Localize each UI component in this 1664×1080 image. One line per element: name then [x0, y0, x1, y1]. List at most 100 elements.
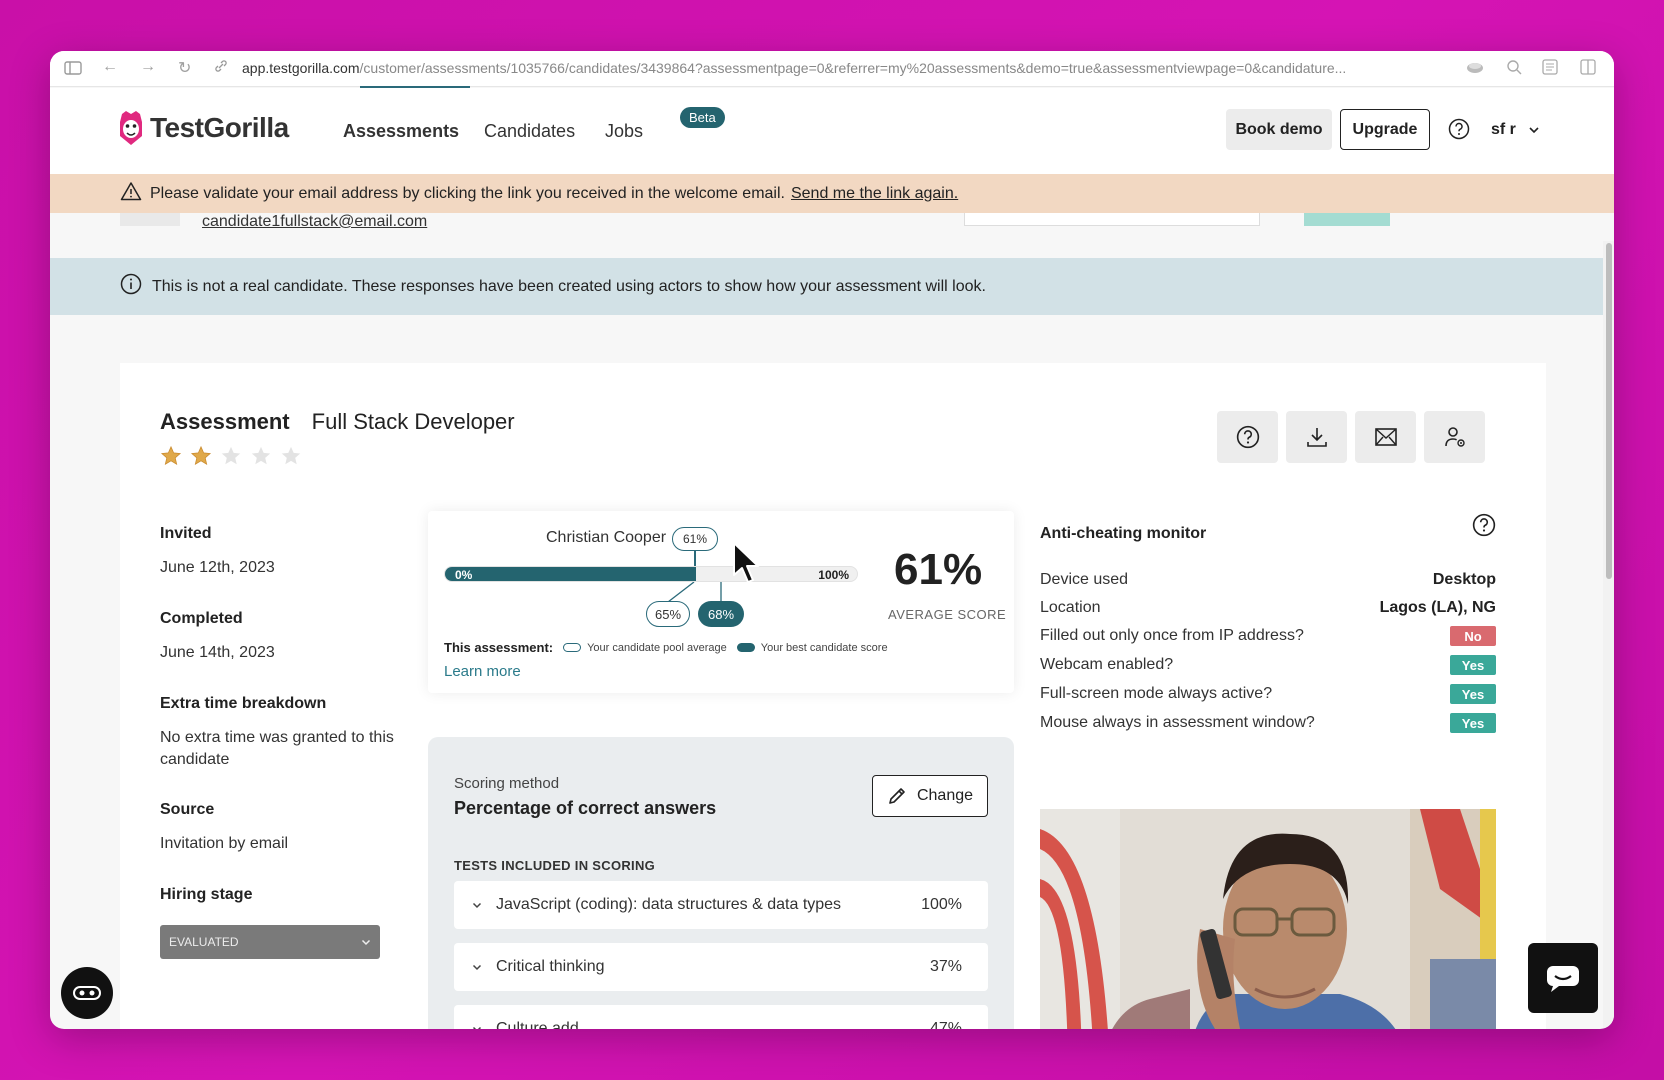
search-icon[interactable]	[1506, 59, 1522, 80]
extension-icon[interactable]	[1466, 60, 1484, 79]
help-icon[interactable]	[1448, 118, 1470, 145]
legend-best-label: Your best candidate score	[760, 641, 888, 654]
completed-block: Completed June 14th, 2023	[160, 610, 275, 664]
test-score: 100%	[921, 896, 962, 913]
widget-icon	[73, 986, 101, 1000]
status-badge: No	[1450, 626, 1496, 646]
split-view-icon[interactable]	[1580, 59, 1596, 80]
back-icon[interactable]: ←	[102, 58, 118, 76]
source-block: Source Invitation by email	[160, 801, 288, 855]
webcam-snapshot[interactable]	[1040, 809, 1496, 1029]
source-label: Source	[160, 801, 215, 818]
book-demo-button[interactable]: Book demo	[1226, 109, 1332, 150]
legend-pool-label: Your candidate pool average	[587, 641, 727, 654]
mouse-cursor-icon	[733, 542, 759, 583]
invited-block: Invited June 12th, 2023	[160, 525, 275, 579]
warning-text: Please validate your email address by cl…	[150, 184, 785, 202]
nav-assessments[interactable]: Assessments	[343, 121, 459, 142]
reload-icon[interactable]: ↻	[178, 58, 191, 78]
test-score: 37%	[929, 958, 962, 975]
star-filled-icon[interactable]	[190, 445, 212, 467]
resend-link[interactable]: Send me the link again.	[791, 185, 958, 203]
test-score: 47%	[929, 1020, 962, 1029]
extra-time-block: Extra time breakdown No extra time was g…	[160, 695, 405, 771]
avatar	[120, 213, 180, 226]
url-host: app.testgorilla.com	[242, 60, 360, 76]
candidate-score-pill: 61%	[672, 527, 718, 551]
user-settings-button[interactable]	[1424, 411, 1485, 463]
chevron-down-icon	[1528, 121, 1540, 139]
download-button[interactable]	[1286, 411, 1347, 463]
ip-check-row: Filled out only once from IP address? No	[1040, 626, 1496, 646]
candidate-marker-line	[694, 551, 696, 567]
change-scoring-button[interactable]: Change	[872, 775, 988, 817]
completed-label: Completed	[160, 610, 243, 627]
location-row: Location Lagos (LA), NG	[1040, 599, 1496, 617]
invited-value: June 12th, 2023	[160, 559, 275, 576]
candidate-email-link[interactable]: candidate1fullstack@email.com	[202, 213, 427, 231]
rating-stars[interactable]	[160, 445, 302, 467]
browser-window: ← → ↻ app.testgorilla.com/customer/asses…	[50, 51, 1614, 1029]
score-summary-card: Christian Cooper 61% 0% 100% 65% 68% 61%…	[428, 511, 1014, 693]
sidebar-toggle-icon[interactable]	[64, 60, 82, 81]
score-legend: This assessment: Your candidate pool ave…	[444, 640, 888, 655]
forward-icon[interactable]: →	[140, 58, 156, 76]
extra-time-value: No extra time was granted to this candid…	[160, 729, 394, 768]
test-row[interactable]: Culture add 47%	[454, 1005, 988, 1029]
scrollbar-thumb[interactable]	[1606, 243, 1612, 579]
logo[interactable]: TestGorilla	[118, 110, 289, 146]
test-name: Critical thinking	[496, 958, 605, 975]
action-buttons	[1217, 411, 1485, 463]
location-label: Location	[1040, 599, 1101, 616]
test-row[interactable]: Critical thinking 37%	[454, 943, 988, 991]
completed-value: June 14th, 2023	[160, 644, 275, 661]
star-empty-icon[interactable]	[250, 445, 272, 467]
learn-more-link[interactable]: Learn more	[444, 663, 521, 680]
test-row[interactable]: JavaScript (coding): data structures & d…	[454, 881, 988, 929]
email-button[interactable]	[1355, 411, 1416, 463]
star-filled-icon[interactable]	[160, 445, 182, 467]
mail-icon	[1374, 428, 1397, 446]
logo-text: TestGorilla	[150, 112, 289, 143]
chevron-down-icon	[472, 896, 482, 914]
url-path: /customer/assessments/1035766/candidates…	[359, 60, 1347, 76]
candidate-name: Christian Cooper	[546, 529, 667, 546]
check-label: Filled out only once from IP address?	[1040, 627, 1304, 644]
star-empty-icon[interactable]	[280, 445, 302, 467]
user-menu[interactable]: sf r	[1491, 121, 1540, 139]
invited-label: Invited	[160, 525, 212, 542]
chevron-down-icon	[472, 958, 482, 976]
chevron-down-icon	[361, 935, 371, 949]
chevron-down-icon	[472, 1020, 482, 1029]
pencil-icon	[889, 788, 905, 804]
webcam-image	[1040, 809, 1496, 1029]
address-bar[interactable]: app.testgorilla.com/customer/assessments…	[242, 60, 1346, 76]
help-button[interactable]	[1217, 411, 1278, 463]
help-icon	[1236, 425, 1259, 449]
accessibility-widget-button[interactable]	[61, 967, 113, 1019]
best-candidate-pill: 68%	[698, 601, 744, 627]
email-validation-banner: Please validate your email address by cl…	[50, 174, 1614, 213]
partial-input-field[interactable]	[964, 213, 1260, 226]
reader-icon[interactable]	[1542, 59, 1558, 80]
star-empty-icon[interactable]	[220, 445, 242, 467]
partial-button[interactable]	[1304, 213, 1390, 226]
download-icon	[1306, 428, 1327, 447]
nav-candidates[interactable]: Candidates	[484, 121, 575, 142]
test-name: JavaScript (coding): data structures & d…	[496, 896, 842, 913]
info-icon	[120, 273, 142, 300]
hiring-stage-select[interactable]: EVALUATED	[160, 925, 380, 959]
app-header: TestGorilla Assessments Candidates Jobs …	[50, 88, 1614, 174]
upgrade-button[interactable]: Upgrade	[1340, 109, 1430, 150]
nav-jobs[interactable]: Jobs	[605, 121, 643, 142]
assessment-label: Assessment	[160, 409, 290, 434]
scoring-panel: Scoring method Percentage of correct ans…	[428, 737, 1014, 1029]
help-icon[interactable]	[1472, 513, 1496, 542]
hiring-stage-block: Hiring stage	[160, 886, 252, 904]
device-value: Desktop	[1432, 571, 1496, 588]
chat-button[interactable]	[1528, 943, 1598, 1013]
score-bar-fill	[445, 567, 697, 581]
extra-time-label: Extra time breakdown	[160, 695, 327, 712]
bar-start-label: 0%	[455, 568, 473, 582]
candidate-assessment-card: Assessment Full Stack Developer Invited …	[120, 363, 1546, 1029]
